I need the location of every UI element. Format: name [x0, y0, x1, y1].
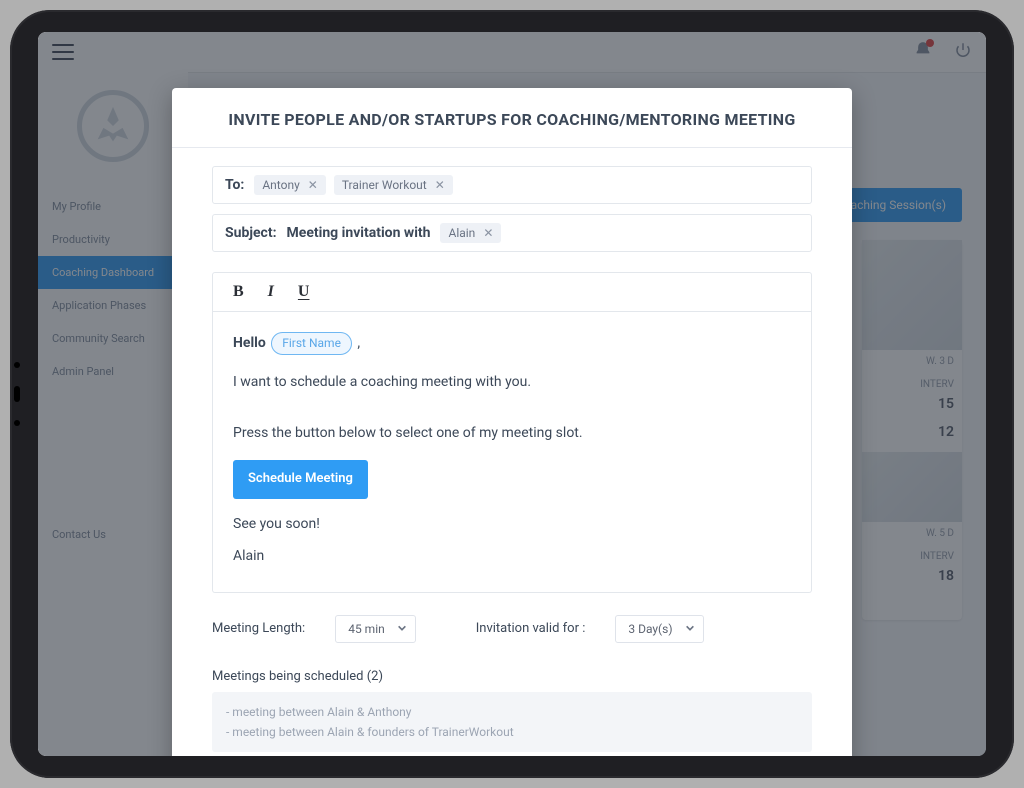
- comma: ,: [357, 335, 360, 351]
- to-label: To:: [225, 177, 244, 193]
- editor-toolbar: B I U: [212, 272, 812, 312]
- chip-label: Antony: [262, 178, 299, 192]
- italic-button[interactable]: I: [268, 283, 274, 301]
- chip-label: Trainer Workout: [342, 178, 427, 192]
- options-row: Meeting Length: 45 min Invitation valid …: [212, 615, 812, 643]
- recipient-chip[interactable]: Trainer Workout ✕: [334, 175, 453, 195]
- subject-field[interactable]: Subject: Meeting invitation with Alain ✕: [212, 214, 812, 252]
- chevron-down-icon: [397, 622, 407, 636]
- tablet-frame: My Profile Productivity Coaching Dashboa…: [10, 10, 1014, 778]
- subject-text: Meeting invitation with: [287, 225, 431, 241]
- editor-line: Hello First Name ,: [233, 332, 791, 355]
- underline-button[interactable]: U: [298, 283, 310, 301]
- scheduled-item: - meeting between Alain & Anthony: [226, 702, 798, 722]
- screen: My Profile Productivity Coaching Dashboa…: [38, 32, 986, 756]
- invitation-valid-select[interactable]: 3 Day(s): [615, 615, 703, 643]
- device-sensors: [14, 362, 20, 426]
- meetings-being-scheduled-label: Meetings being scheduled (2): [212, 669, 812, 684]
- modal-divider: [172, 147, 852, 148]
- invite-modal: INVITE PEOPLE AND/OR STARTUPS FOR COACHI…: [172, 88, 852, 756]
- editor-line: See you soon!: [233, 513, 791, 535]
- select-value: 3 Day(s): [628, 622, 672, 636]
- schedule-meeting-button[interactable]: Schedule Meeting: [233, 460, 368, 499]
- scheduled-meetings-box: - meeting between Alain & Anthony - meet…: [212, 692, 812, 753]
- greeting-text: Hello: [233, 335, 266, 351]
- meeting-length-select[interactable]: 45 min: [335, 615, 416, 643]
- select-value: 45 min: [348, 622, 385, 636]
- scheduled-item: - meeting between Alain & founders of Tr…: [226, 722, 798, 742]
- bold-button[interactable]: B: [233, 283, 244, 301]
- editor-signature: Alain: [233, 545, 791, 567]
- editor-line: I want to schedule a coaching meeting wi…: [233, 371, 791, 393]
- editor-line: Press the button below to select one of …: [233, 422, 791, 444]
- close-icon[interactable]: ✕: [435, 179, 445, 191]
- invitation-valid-label: Invitation valid for :: [476, 621, 586, 636]
- modal-title: INVITE PEOPLE AND/OR STARTUPS FOR COACHI…: [212, 110, 812, 129]
- message-editor[interactable]: Hello First Name , I want to schedule a …: [212, 312, 812, 593]
- chip-label: Alain: [448, 226, 475, 240]
- subject-label: Subject:: [225, 225, 277, 241]
- subject-chip[interactable]: Alain ✕: [440, 223, 501, 243]
- chevron-down-icon: [685, 622, 695, 636]
- meeting-length-label: Meeting Length:: [212, 621, 305, 636]
- to-field[interactable]: To: Antony ✕ Trainer Workout ✕: [212, 166, 812, 204]
- first-name-tag[interactable]: First Name: [271, 332, 352, 355]
- close-icon[interactable]: ✕: [483, 227, 493, 239]
- recipient-chip[interactable]: Antony ✕: [254, 175, 325, 195]
- close-icon[interactable]: ✕: [308, 179, 318, 191]
